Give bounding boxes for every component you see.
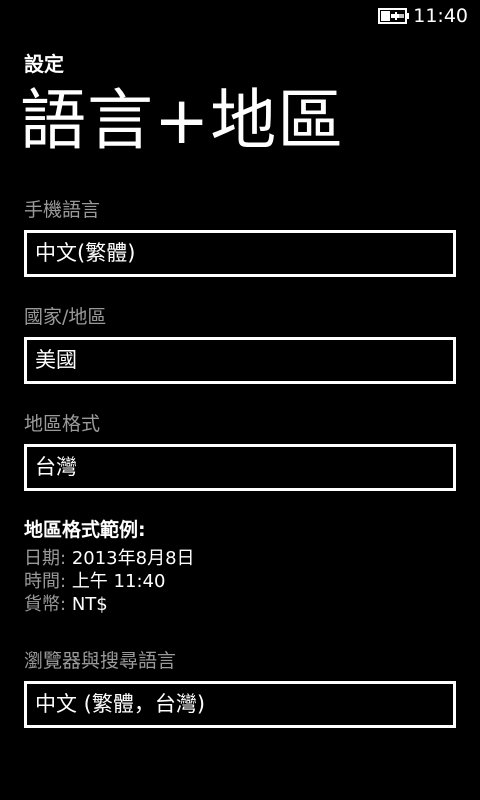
phone-language-label: 手機語言	[24, 199, 101, 221]
country-region-value: 美國	[35, 348, 77, 372]
battery-charging-icon	[378, 8, 410, 24]
format-example-heading: 地區格式範例:	[24, 519, 146, 541]
example-currency-line: 貨幣: NT$	[24, 594, 108, 616]
example-date-value: 2013年8月8日	[71, 548, 195, 569]
example-date-label: 日期:	[24, 548, 67, 569]
app-title: 設定	[24, 52, 64, 76]
page-title: 語言+地區	[20, 82, 345, 159]
example-time-label: 時間:	[24, 571, 67, 592]
example-currency-value: NT$	[71, 594, 108, 615]
browser-search-language-select[interactable]: 中文 (繁體，台灣)	[24, 681, 456, 728]
example-currency-label: 貨幣:	[24, 594, 67, 615]
regional-format-value: 台灣	[35, 455, 77, 479]
status-time: 11:40	[413, 5, 468, 27]
example-time-line: 時間: 上午 11:40	[24, 571, 165, 593]
browser-search-language-label: 瀏覽器與搜尋語言	[24, 650, 177, 672]
regional-format-select[interactable]: 台灣	[24, 444, 456, 491]
phone-language-value: 中文(繁體)	[35, 241, 136, 265]
country-region-label: 國家/地區	[24, 306, 107, 328]
regional-format-label: 地區格式	[24, 413, 101, 435]
phone-language-select[interactable]: 中文(繁體)	[24, 230, 456, 277]
status-bar: 11:40	[0, 0, 480, 32]
country-region-select[interactable]: 美國	[24, 337, 456, 384]
browser-search-language-value: 中文 (繁體，台灣)	[35, 692, 206, 716]
example-date-line: 日期: 2013年8月8日	[24, 548, 195, 570]
example-time-value: 上午 11:40	[71, 571, 166, 592]
